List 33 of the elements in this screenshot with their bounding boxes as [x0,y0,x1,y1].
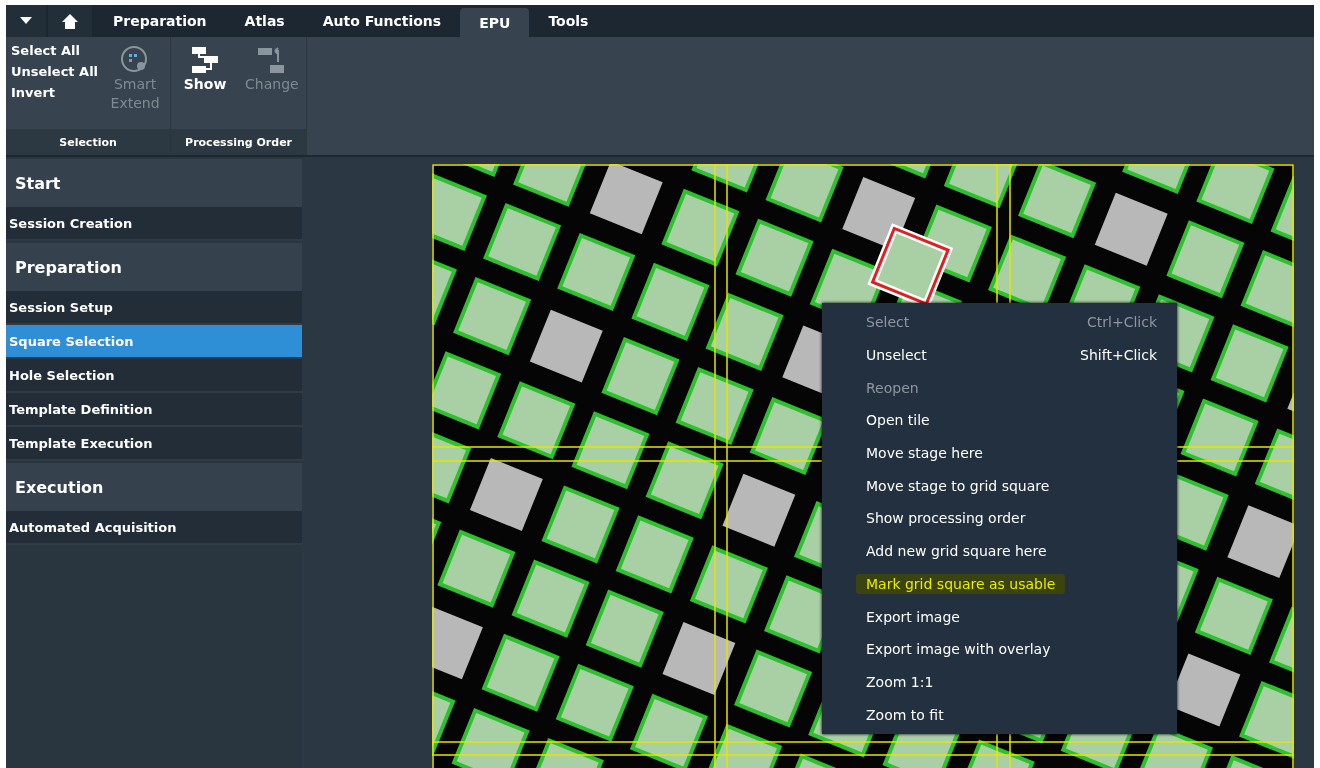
sidebar-item[interactable]: Session Setup [6,291,302,325]
menu-item[interactable]: Move stage to grid square [822,469,1177,503]
menu-item[interactable]: Unselect Shift+Click [822,338,1177,372]
section-header: Start [6,159,302,207]
menu-item[interactable]: Mark grid square as usable [822,567,1177,601]
ribbon-tab[interactable]: EPU [460,8,530,37]
menu-item[interactable]: Add new grid square here [822,534,1177,568]
menu-item[interactable]: Show processing order [822,502,1177,535]
ribbon-command[interactable]: Invert [11,85,99,100]
sidebar-item[interactable]: Template Definition [6,393,302,427]
sidebar-item[interactable]: Template Execution [6,427,302,461]
sidebar-item[interactable]: Hole Selection [6,359,302,393]
dropdown-button[interactable] [6,5,46,37]
group-title: Selection [6,129,171,155]
ribbon-command[interactable]: Unselect All [11,64,99,79]
menu-item[interactable]: Zoom 1:1 [822,665,1177,699]
menu-item[interactable]: Open tile [822,404,1177,437]
home-icon [62,13,78,29]
sidebar-item[interactable]: Session Creation [6,207,302,241]
caret-icon [20,17,32,25]
ribbon-command[interactable]: Select All [11,43,99,58]
group-title: Processing Order [171,129,307,155]
sidebar-item[interactable]: Automated Acquisition [6,511,302,545]
ribbon-button[interactable]: Show [176,43,235,129]
home-button[interactable] [48,5,92,37]
menu-item[interactable]: Export image [822,600,1177,633]
section-header: Execution [6,463,302,511]
menu-item[interactable]: Zoom to fit [822,698,1177,731]
menu-item[interactable]: Move stage here [822,436,1177,470]
section-header: Preparation [6,243,302,291]
menu-item[interactable]: Export image with overlay [822,632,1177,666]
flowchart-icon [190,45,221,75]
reorder-icon [256,45,287,75]
